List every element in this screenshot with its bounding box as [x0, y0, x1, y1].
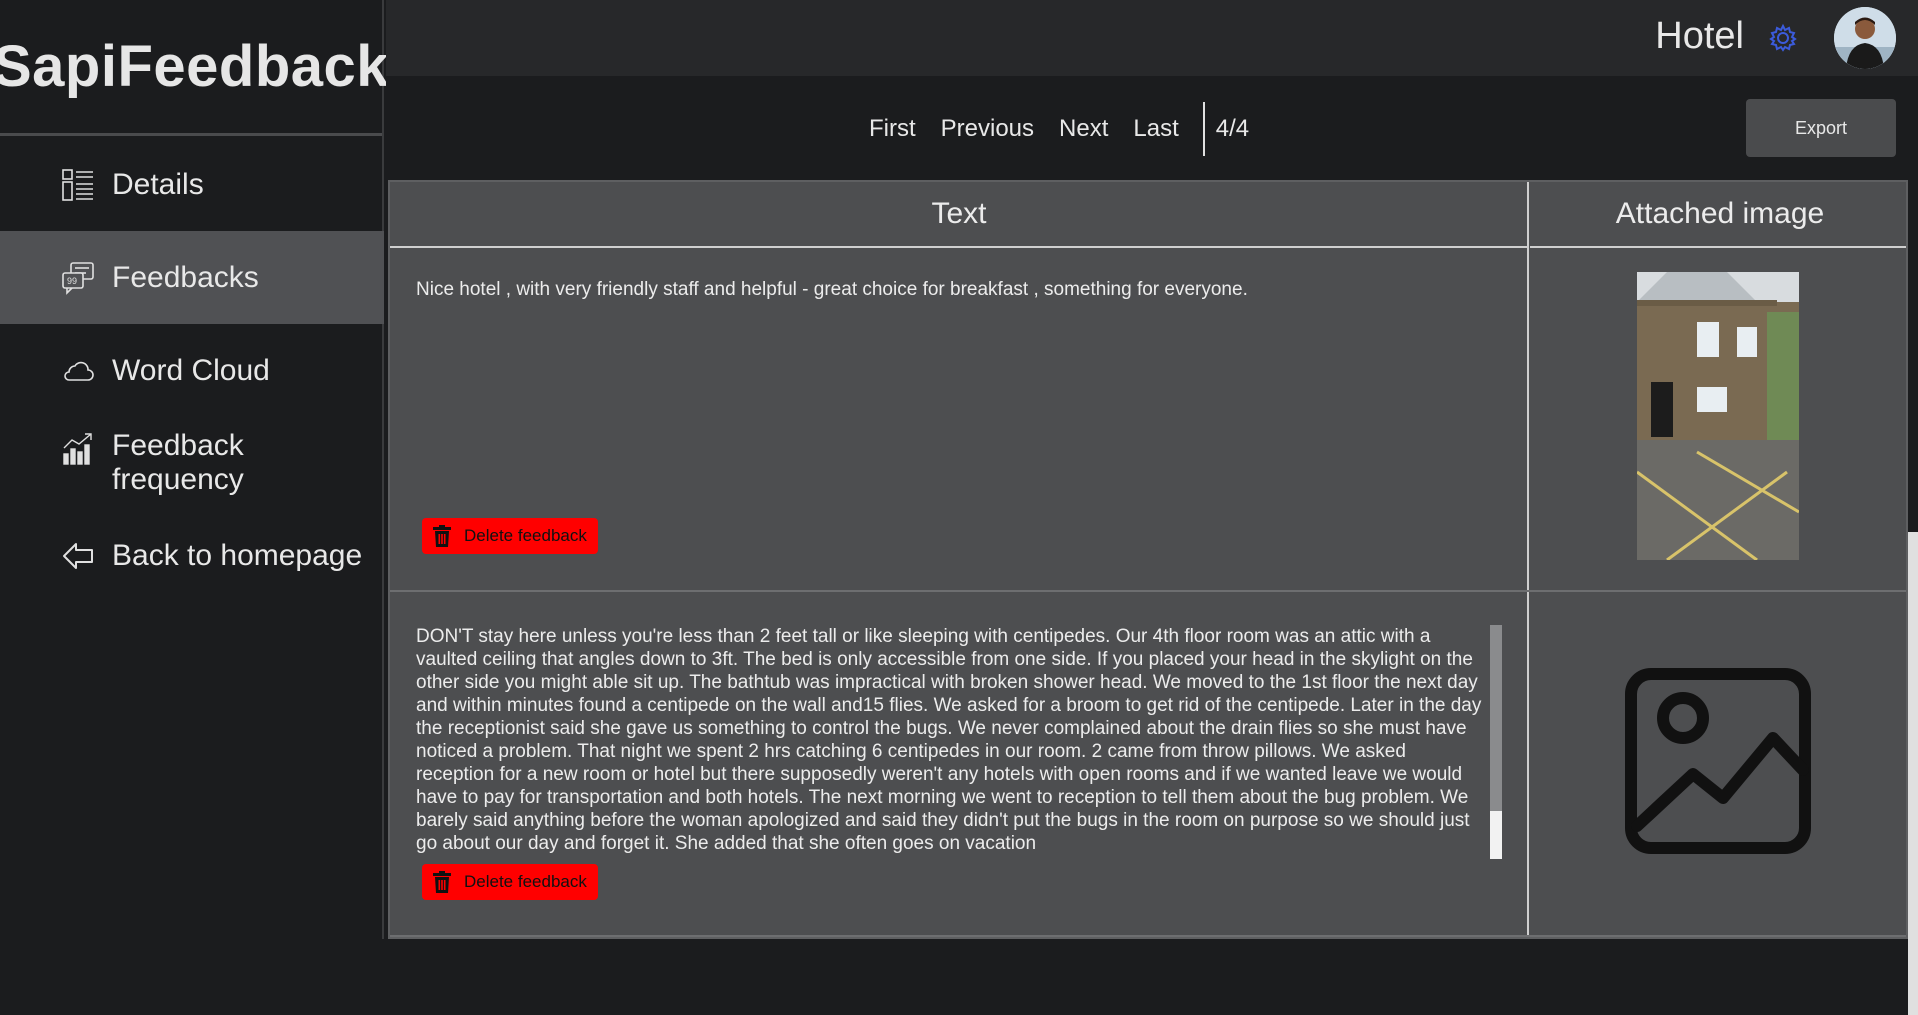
bar-chart-icon — [60, 431, 96, 467]
details-list-icon — [60, 167, 96, 203]
gear-icon[interactable] — [1768, 23, 1798, 53]
trash-icon — [430, 524, 454, 548]
delete-feedback-button[interactable]: Delete feedback — [422, 518, 598, 554]
column-header-attached-image: Attached image — [1530, 182, 1906, 248]
previous-page-link[interactable]: Previous — [941, 115, 1034, 143]
sidebar-item-details[interactable]: Details — [0, 139, 384, 231]
user-avatar[interactable] — [1834, 7, 1896, 69]
pagination-divider — [1202, 102, 1205, 156]
hotel-building-photo[interactable] — [1637, 272, 1799, 560]
sidebar-item-back-to-homepage[interactable]: Back to homepage — [0, 510, 384, 602]
top-bar: Hotel — [386, 0, 1918, 76]
sidebar-item-feedbacks[interactable]: 99 Feedbacks — [0, 231, 384, 324]
arrow-left-icon — [60, 538, 96, 574]
delete-feedback-button[interactable]: Delete feedback — [422, 864, 598, 900]
feedback-text: DON'T stay here unless you're less than … — [416, 626, 1482, 854]
delete-feedback-label: Delete feedback — [464, 872, 587, 891]
page-scrollbar[interactable] — [1908, 76, 1918, 1015]
row-divider — [390, 935, 1906, 937]
trash-icon — [430, 870, 454, 894]
cloud-icon — [60, 353, 96, 389]
brand-header: SapiFeedback — [0, 0, 389, 136]
column-header-text: Text — [390, 182, 1528, 248]
sidebar-item-label: Word Cloud — [112, 353, 270, 387]
feedback-bubbles-icon: 99 — [60, 260, 96, 296]
svg-text:99: 99 — [67, 276, 77, 286]
pagination-bar: First Previous Next Last 4/4 Export — [386, 76, 1918, 180]
sidebar-item-word-cloud[interactable]: Word Cloud — [0, 324, 384, 417]
export-button[interactable]: Export — [1746, 99, 1896, 157]
next-page-link[interactable]: Next — [1059, 115, 1108, 143]
last-page-link[interactable]: Last — [1133, 115, 1178, 143]
page-scrollbar-thumb[interactable] — [1908, 532, 1918, 1015]
row-divider — [390, 590, 1906, 592]
sidebar-item-label: Back to homepage — [112, 539, 363, 572]
hotel-name: Hotel — [1655, 15, 1744, 57]
brand-title[interactable]: SapiFeedback — [0, 33, 389, 100]
feedback-table: Text Attached image Nice hotel , with ve… — [388, 180, 1908, 939]
feedback-text-scrollbar[interactable] — [1490, 625, 1502, 859]
feedback-text: Nice hotel , with very friendly staff an… — [416, 279, 1248, 300]
sidebar-item-label: Details — [112, 168, 204, 201]
image-placeholder-icon — [1623, 666, 1813, 856]
sidebar-item-label: Feedback frequency — [112, 429, 244, 496]
scrollbar-thumb[interactable] — [1490, 811, 1502, 859]
delete-feedback-label: Delete feedback — [464, 526, 587, 545]
sidebar-item-label: Feedbacks — [112, 260, 259, 294]
sidebar-item-feedback-frequency[interactable]: Feedback frequency — [0, 417, 384, 510]
sidebar: SapiFeedback Details 99 Feedbacks Word C… — [0, 0, 389, 939]
feedback-text-scroll-area[interactable]: DON'T stay here unless you're less than … — [416, 625, 1516, 859]
pagination-controls: First Previous Next Last 4/4 — [869, 102, 1249, 156]
column-divider — [1527, 182, 1529, 937]
first-page-link[interactable]: First — [869, 115, 916, 143]
page-count: 4/4 — [1215, 115, 1250, 142]
